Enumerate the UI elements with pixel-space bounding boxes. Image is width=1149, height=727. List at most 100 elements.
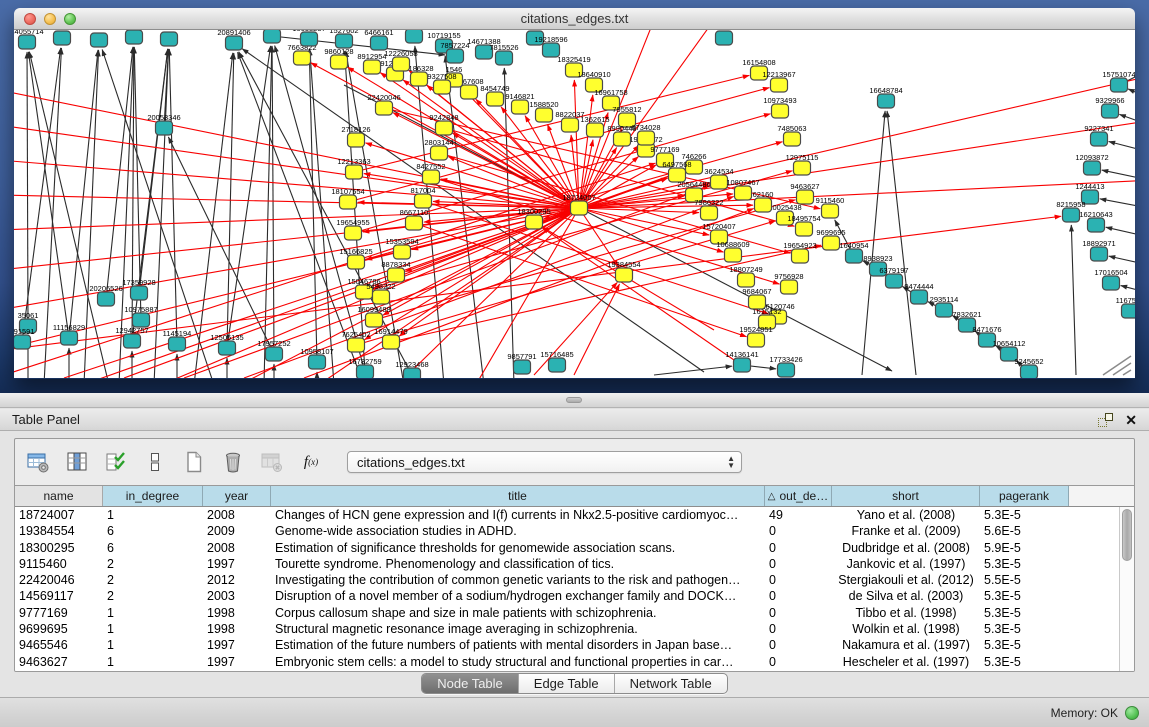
table-cell[interactable]: 1 bbox=[103, 507, 203, 523]
table-cell[interactable]: 6 bbox=[103, 540, 203, 556]
table-cell[interactable]: Jankovic et al. (1997) bbox=[832, 556, 980, 572]
table-cell[interactable]: Genome-wide association studies in ADHD. bbox=[271, 523, 765, 539]
graph-node[interactable]: 9860128 bbox=[324, 47, 353, 69]
table-cell[interactable]: Wolkin et al. (1998) bbox=[832, 621, 980, 637]
table-cell[interactable]: 18724007 bbox=[15, 507, 103, 523]
table-cell[interactable]: 0 bbox=[765, 637, 832, 653]
table-cell[interactable]: de Silva et al. (2003) bbox=[832, 588, 980, 604]
table-row[interactable]: 1830029562008Estimation of significance … bbox=[15, 540, 1134, 556]
table-cell[interactable]: Investigating the contribution of common… bbox=[271, 572, 765, 588]
graph-node[interactable]: 817004 bbox=[410, 186, 435, 208]
table-cell[interactable]: 5.3E-5 bbox=[980, 556, 1069, 572]
graph-node[interactable]: 15716485 bbox=[540, 350, 573, 372]
table-cell[interactable]: Yano et al. (2008) bbox=[832, 507, 980, 523]
memory-status-indicator[interactable] bbox=[1125, 706, 1139, 720]
table-cell[interactable]: 0 bbox=[765, 556, 832, 572]
graph-node[interactable]: 10975887 bbox=[124, 305, 157, 327]
table-cell[interactable]: Tourette syndrome. Phenomenology and cla… bbox=[271, 556, 765, 572]
table-cell[interactable]: 9777169 bbox=[15, 605, 103, 621]
canvas-resize-grip[interactable] bbox=[1093, 354, 1133, 376]
graph-node[interactable]: 7625402 bbox=[341, 330, 370, 352]
table-cell[interactable]: 22420046 bbox=[15, 572, 103, 588]
table-cell[interactable]: 0 bbox=[765, 523, 832, 539]
column-header-name[interactable]: name bbox=[15, 486, 103, 506]
table-cell[interactable]: Estimation of significance thresholds fo… bbox=[271, 540, 765, 556]
table-cell[interactable]: 2008 bbox=[203, 507, 271, 523]
table-cell[interactable]: 9115460 bbox=[15, 556, 103, 572]
table-cell[interactable]: 1997 bbox=[203, 654, 271, 670]
graph-node[interactable]: 11156829 bbox=[53, 323, 85, 345]
table-cell[interactable]: Stergiakouli et al. (2012) bbox=[832, 572, 980, 588]
table-settings-icon[interactable] bbox=[25, 449, 51, 475]
graph-node[interactable]: 7815526 bbox=[489, 43, 518, 65]
table-cell[interactable]: 0 bbox=[765, 621, 832, 637]
graph-node[interactable]: 19654923 bbox=[783, 241, 816, 263]
column-header-short[interactable]: short bbox=[832, 486, 980, 506]
graph-node[interactable]: 62160 bbox=[753, 190, 774, 212]
table-cell[interactable]: Disruption of a novel member of a sodium… bbox=[271, 588, 765, 604]
table-cell[interactable]: 9699695 bbox=[15, 621, 103, 637]
graph-node[interactable]: 20206526 bbox=[89, 284, 122, 306]
table-cell[interactable]: 5.3E-5 bbox=[980, 637, 1069, 653]
graph-node[interactable]: 17016504 bbox=[1094, 268, 1127, 290]
graph-node[interactable] bbox=[126, 30, 143, 44]
table-cell[interactable]: 5.3E-5 bbox=[980, 588, 1069, 604]
table-cell[interactable]: 0 bbox=[765, 540, 832, 556]
table-cell[interactable]: Changes of HCN gene expression and I(f) … bbox=[271, 507, 765, 523]
graph-node[interactable]: 7485063 bbox=[777, 124, 806, 146]
graph-node[interactable]: 1167533 bbox=[1116, 296, 1135, 318]
table-cell[interactable]: Nakamura et al. (1997) bbox=[832, 637, 980, 653]
float-panel-icon[interactable] bbox=[1098, 413, 1113, 427]
table-cell[interactable]: 5.3E-5 bbox=[980, 621, 1069, 637]
graph-node[interactable]: 16648784 bbox=[869, 86, 902, 108]
new-document-icon[interactable] bbox=[181, 449, 207, 475]
table-cell[interactable]: 0 bbox=[765, 588, 832, 604]
graph-node[interactable] bbox=[264, 30, 281, 43]
column-header-in_degree[interactable]: in_degree bbox=[103, 486, 203, 506]
table-cell[interactable]: Corpus callosum shape and size in male p… bbox=[271, 605, 765, 621]
table-cell[interactable]: Structural magnetic resonance image aver… bbox=[271, 621, 765, 637]
table-cell[interactable]: Hescheler et al. (1997) bbox=[832, 654, 980, 670]
graph-node[interactable]: 14136141 bbox=[725, 350, 758, 372]
table-row[interactable]: 946362711997Embryonic stem cells: a mode… bbox=[15, 654, 1134, 670]
graph-node[interactable]: 9756928 bbox=[774, 272, 803, 294]
table-cell[interactable]: 1997 bbox=[203, 637, 271, 653]
table-cell[interactable]: 14569117 bbox=[15, 588, 103, 604]
table-cell[interactable]: 1997 bbox=[203, 556, 271, 572]
network-canvas[interactable]: 1872400718325419186409101696175879558121… bbox=[14, 30, 1135, 378]
graph-node[interactable]: 1362615 bbox=[580, 115, 609, 137]
graph-node[interactable]: 17359928 bbox=[122, 278, 155, 300]
table-cell[interactable]: 1998 bbox=[203, 605, 271, 621]
graph-node[interactable]: 9245652 bbox=[1014, 357, 1043, 378]
column-header-year[interactable]: year bbox=[203, 486, 271, 506]
graph-node[interactable]: 16033809 bbox=[397, 30, 430, 43]
column-header-out_de[interactable]: △out_de… bbox=[765, 486, 832, 506]
graph-node[interactable]: 9857791 bbox=[507, 352, 536, 374]
tab-network-table[interactable]: Network Table bbox=[614, 674, 727, 693]
graph-node[interactable]: 12923468 bbox=[395, 360, 428, 378]
graph-node[interactable] bbox=[91, 33, 108, 47]
table-cell[interactable]: 18300295 bbox=[15, 540, 103, 556]
graph-node[interactable]: 18892971 bbox=[1082, 239, 1115, 261]
table-row[interactable]: 1938455462009Genome-wide association stu… bbox=[15, 523, 1134, 539]
table-selector-dropdown[interactable]: citations_edges.txt ▲▼ bbox=[347, 451, 742, 473]
graph-node[interactable]: 10958107 bbox=[300, 347, 333, 369]
table-cell[interactable]: Franke et al. (2009) bbox=[832, 523, 980, 539]
table-cell[interactable]: 9465546 bbox=[15, 637, 103, 653]
graph-node[interactable]: 1588520 bbox=[529, 100, 558, 122]
table-cell[interactable]: 5.3E-5 bbox=[980, 507, 1069, 523]
graph-node[interactable]: 2087682 bbox=[709, 30, 738, 45]
table-cell[interactable]: 2 bbox=[103, 588, 203, 604]
select-rows-icon[interactable] bbox=[103, 449, 129, 475]
table-cell[interactable]: 0 bbox=[765, 605, 832, 621]
table-row[interactable]: 946554611997Estimation of the future num… bbox=[15, 637, 1134, 653]
table-cell[interactable]: 49 bbox=[765, 507, 832, 523]
table-cell[interactable]: 5.3E-5 bbox=[980, 605, 1069, 621]
table-cell[interactable]: 19384554 bbox=[15, 523, 103, 539]
table-cell[interactable]: 5.3E-5 bbox=[980, 654, 1069, 670]
show-columns-icon[interactable] bbox=[64, 449, 90, 475]
window-titlebar[interactable]: citations_edges.txt bbox=[14, 8, 1135, 30]
table-row[interactable]: 977716911998Corpus callosum shape and si… bbox=[15, 605, 1134, 621]
column-header-title[interactable]: title bbox=[271, 486, 765, 506]
scrollbar-thumb[interactable] bbox=[1122, 509, 1132, 561]
